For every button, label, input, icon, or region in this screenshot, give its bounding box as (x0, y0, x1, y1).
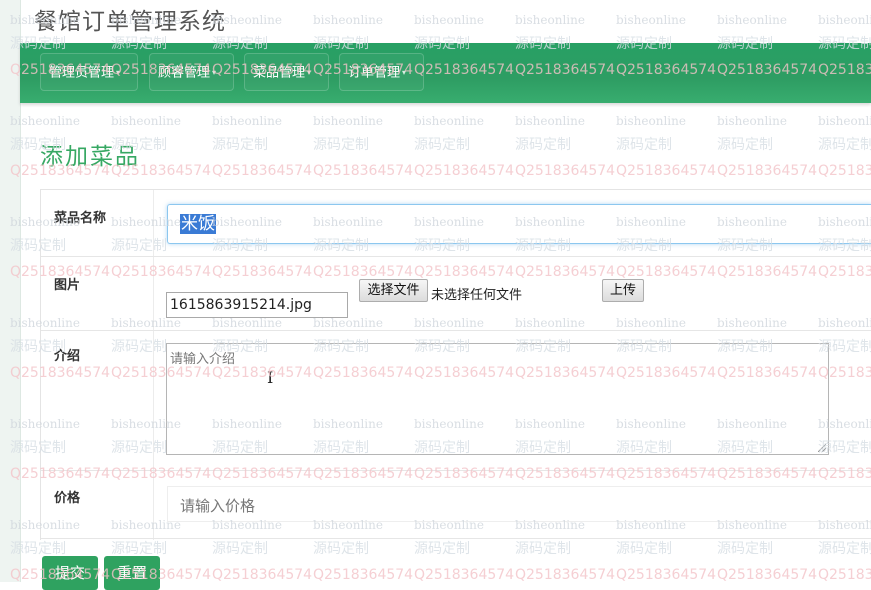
watermark-text: Q2518364574 (212, 567, 312, 582)
watermark-text: 源码定制 (818, 137, 871, 153)
top-navbar: 管理员管理 ▾ 顾客管理 ▾ 菜品管理 ▾ 订单管理 ▾ (20, 43, 871, 103)
nav-admin-management[interactable]: 管理员管理 ▾ (40, 53, 138, 91)
watermark-text: Q2518364574 (717, 163, 817, 179)
nav-dish-label: 菜品管理 (253, 65, 306, 81)
nav-customer-label: 顾客管理 (158, 65, 211, 81)
watermark-text: bisheonline (818, 114, 871, 128)
watermark-text: bisheonline (111, 114, 181, 128)
watermark-text: 源码定制 (515, 541, 571, 557)
watermark-text: bisheonline (616, 13, 686, 27)
watermark-text: bisheonline (414, 13, 484, 27)
row-divider (41, 256, 871, 257)
watermark-text: Q2518364574 (616, 567, 716, 582)
intro-label: 介绍 (54, 349, 81, 364)
watermark-text: bisheonline (515, 13, 585, 27)
watermark-text: bisheonline (616, 114, 686, 128)
reset-button[interactable]: 重置 (104, 556, 160, 590)
watermark-text: Q2518364574 (515, 567, 615, 582)
watermark-text: 源码定制 (414, 137, 470, 153)
watermark-text: bisheonline (818, 13, 871, 27)
nav-dish-management[interactable]: 菜品管理 ▾ (244, 53, 329, 91)
watermark-text: Q2518364574 (616, 163, 716, 179)
watermark-text: 源码定制 (616, 541, 672, 557)
dish-name-label: 菜品名称 (54, 211, 107, 226)
watermark-text: bisheonline (212, 114, 282, 128)
watermark-text: 源码定制 (313, 541, 369, 557)
page-heading: 添加菜品 (40, 144, 140, 170)
row-divider (41, 330, 871, 331)
intro-textarea[interactable]: 请输入介绍 (166, 343, 829, 455)
image-label: 图片 (54, 278, 81, 293)
upload-button[interactable]: 上传 (602, 279, 644, 302)
watermark-text: Q2518364574 (212, 163, 312, 179)
caret-down-icon: ▾ (116, 68, 121, 77)
choose-file-button[interactable]: 选择文件 (359, 279, 428, 302)
watermark-text: bisheonline (717, 13, 787, 27)
dish-form: 菜品名称 米饭 图片 1615863915214.jpg 选择文件 未选择任何文… (40, 189, 871, 540)
watermark-text: 源码定制 (818, 541, 871, 557)
watermark-text: Q2518364574 (818, 163, 871, 179)
watermark-text: Q2518364574 (818, 567, 871, 582)
watermark-text: 源码定制 (212, 137, 268, 153)
text-cursor-icon: I (267, 368, 274, 387)
nav-customer-management[interactable]: 顾客管理 ▾ (149, 53, 234, 91)
caret-down-icon: ▾ (402, 68, 407, 77)
resize-grip-icon[interactable] (818, 444, 826, 452)
watermark-text: Q2518364574 (414, 163, 514, 179)
nav-order-label: 订单管理 (348, 65, 401, 81)
row-divider (41, 470, 871, 471)
dish-name-input[interactable]: 米饭 (167, 204, 871, 244)
label-column-divider (153, 190, 154, 540)
watermark-text: Q2518364574 (515, 163, 615, 179)
watermark-text: 源码定制 (111, 541, 167, 557)
watermark-text: bisheonline (515, 114, 585, 128)
nav-order-management[interactable]: 订单管理 ▾ (339, 53, 424, 91)
watermark-text: Q2518364574 (313, 163, 413, 179)
row-divider (41, 538, 871, 539)
nav-admin-label: 管理员管理 (49, 65, 115, 81)
watermark-text: 源码定制 (717, 137, 773, 153)
watermark-text: bisheonline (414, 114, 484, 128)
watermark-text: bisheonline (313, 114, 383, 128)
left-sidebar-strip (0, 0, 21, 582)
watermark-text: bisheonline (717, 114, 787, 128)
watermark-text: Q2518364574 (313, 567, 413, 582)
caret-down-icon: ▾ (307, 68, 312, 77)
watermark-text: 源码定制 (313, 137, 369, 153)
dish-name-value: 米饭 (180, 214, 216, 234)
app-title: 餐馆订单管理系统 (34, 9, 226, 35)
caret-down-icon: ▾ (212, 68, 217, 77)
watermark-text: Q2518364574 (414, 567, 514, 582)
watermark-text: 源码定制 (414, 541, 470, 557)
watermark-text: Q2518364574 (717, 567, 817, 582)
image-path-input[interactable]: 1615863915214.jpg (166, 292, 348, 318)
no-file-chosen-text: 未选择任何文件 (431, 288, 523, 303)
price-label: 价格 (54, 491, 81, 506)
price-input[interactable]: 请输入价格 (167, 486, 871, 522)
watermark-text: 源码定制 (212, 541, 268, 557)
price-placeholder: 请输入价格 (180, 497, 256, 515)
watermark-text: bisheonline (313, 13, 383, 27)
watermark-text: 源码定制 (717, 541, 773, 557)
watermark-text: 源码定制 (515, 137, 571, 153)
submit-button[interactable]: 提交 (42, 556, 98, 590)
watermark-text: 源码定制 (616, 137, 672, 153)
intro-placeholder: 请输入介绍 (170, 352, 236, 367)
